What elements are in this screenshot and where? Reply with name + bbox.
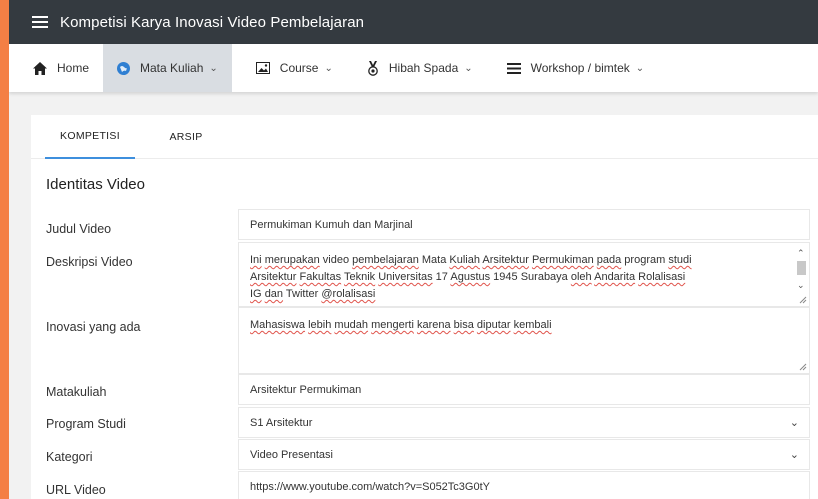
nav-item-hibah-spada[interactable]: Hibah Spada ⌄ [347, 44, 487, 92]
nav-label-course: Course [279, 61, 319, 75]
nav-item-mata-kuliah[interactable]: Mata Kuliah ⌄ [103, 44, 232, 92]
globe-icon [117, 61, 131, 75]
chevron-down-icon: ⌄ [789, 417, 799, 429]
app-frame: Kompetisi Karya Inovasi Video Pembelajar… [9, 0, 818, 499]
resize-grip-icon[interactable] [798, 362, 807, 371]
chevron-down-icon: ⌄ [324, 62, 333, 74]
tab-kompetisi[interactable]: KOMPETISI [45, 115, 135, 159]
deskripsi-line-2: Arsitektur Fakultas Teknik Universitas 1… [250, 271, 686, 283]
chevron-down-icon: ⌄ [209, 62, 218, 74]
scroll-up-icon[interactable]: ⌃ [797, 245, 805, 262]
label-inovasi: Inovasi yang ada [46, 320, 141, 334]
program-studi-select[interactable]: S1 Arsitektur ⌄ [238, 407, 810, 438]
label-judul-video: Judul Video [46, 222, 112, 236]
inovasi-textarea[interactable]: Mahasiswa lebih mudah mengerti karena bi… [238, 307, 810, 374]
label-url-video: URL Video [46, 483, 106, 497]
resize-grip-icon[interactable] [798, 295, 807, 304]
program-studi-value: S1 Arsitektur [250, 416, 313, 429]
scrollbar-thumb[interactable] [797, 261, 806, 275]
chevron-down-icon: ⌄ [464, 62, 473, 74]
kategori-value: Video Presentasi [250, 448, 333, 461]
nav-label-home: Home [57, 61, 90, 75]
chevron-down-icon: ⌄ [789, 449, 799, 461]
nav-label-mata-kuliah: Mata Kuliah [140, 61, 204, 75]
deskripsi-video-textarea[interactable]: Ini merupakan video pembelajaran Mata Ku… [238, 242, 810, 307]
section-title: Identitas Video [46, 176, 145, 193]
deskripsi-line-1: Ini merupakan video pembelajaran Mata Ku… [250, 254, 692, 266]
nav-item-home[interactable]: Home [9, 44, 103, 92]
nav-label-hibah-spada: Hibah Spada [388, 61, 459, 75]
nav-label-workshop: Workshop / bimtek [530, 61, 630, 75]
matakuliah-input[interactable]: Arsitektur Permukiman [238, 374, 810, 405]
medal-icon [367, 60, 379, 76]
judul-video-input[interactable]: Permukiman Kumuh dan Marjinal [238, 209, 810, 240]
label-program-studi: Program Studi [46, 417, 126, 431]
label-kategori: Kategori [46, 450, 93, 464]
scroll-down-icon[interactable]: ⌄ [797, 277, 805, 294]
form-card: KOMPETISI ARSIP Identitas Video Judul Vi… [31, 115, 818, 499]
url-video-input[interactable]: https://www.youtube.com/watch?v=S052Tc3G… [238, 471, 810, 499]
nav-bar: Home Mata Kuliah ⌄ Course ⌄ Hibah Spada … [9, 44, 818, 92]
app-bar: Kompetisi Karya Inovasi Video Pembelajar… [9, 0, 818, 44]
inovasi-line-1: Mahasiswa lebih mudah mengerti karena bi… [250, 319, 552, 331]
nav-item-workshop[interactable]: Workshop / bimtek ⌄ [487, 44, 659, 92]
tab-bar: KOMPETISI ARSIP [31, 115, 818, 159]
chevron-down-icon: ⌄ [635, 62, 645, 74]
list-icon [506, 62, 521, 74]
deskripsi-line-3: IG dan Twitter @rolalisasi [250, 288, 376, 300]
tab-arsip[interactable]: ARSIP [156, 115, 216, 159]
home-icon [33, 61, 47, 75]
app-title: Kompetisi Karya Inovasi Video Pembelajar… [60, 13, 365, 31]
menu-icon[interactable] [32, 16, 48, 28]
kategori-select[interactable]: Video Presentasi ⌄ [238, 439, 810, 470]
nav-item-course[interactable]: Course ⌄ [232, 44, 347, 92]
image-icon [255, 62, 270, 74]
label-matakuliah: Matakuliah [46, 385, 107, 399]
label-deskripsi-video: Deskripsi Video [46, 255, 133, 269]
